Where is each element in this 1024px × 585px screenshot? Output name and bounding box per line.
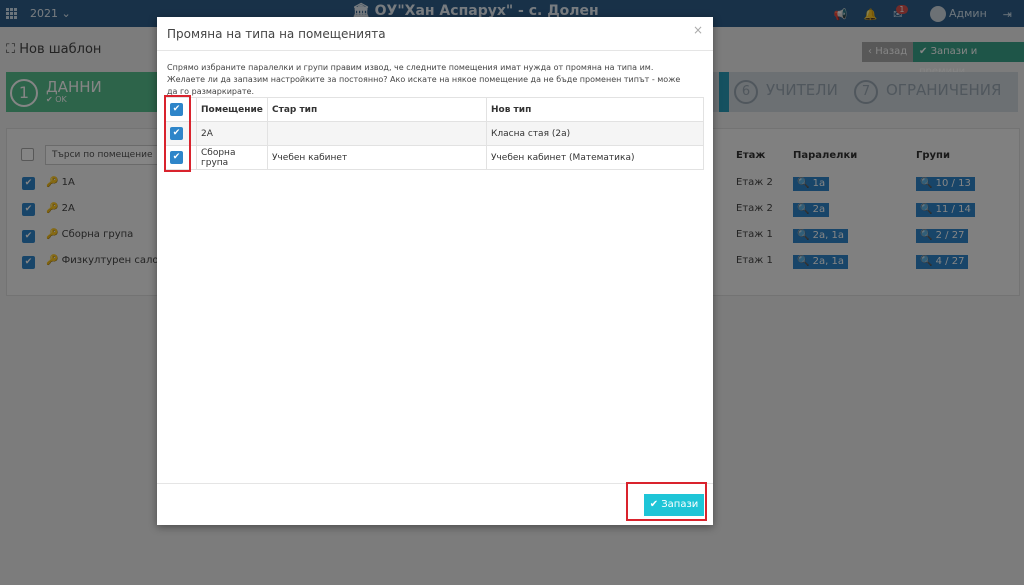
room-cell: Сборна група — [196, 145, 268, 170]
highlight-save — [626, 482, 707, 521]
new-type-cell: Учебен кабинет (Математика) — [486, 145, 704, 170]
table-header-row: ✔ Помещение Стар тип Нов тип — [165, 97, 704, 122]
room-type-table: ✔ Помещение Стар тип Нов тип ✔ 2А Класна… — [165, 97, 704, 170]
new-type-cell: Класна стая (2а) — [486, 121, 704, 146]
highlight-checkboxes — [164, 95, 191, 172]
old-type-cell — [267, 121, 487, 146]
table-row: ✔ 2А Класна стая (2а) — [165, 121, 704, 146]
change-room-type-modal: Промяна на типа на помещенията × Спрямо … — [157, 17, 713, 525]
room-cell: 2А — [196, 121, 268, 146]
modal-title: Промяна на типа на помещенията — [167, 27, 386, 41]
close-icon[interactable]: × — [693, 23, 703, 37]
header-room: Помещение — [196, 97, 268, 122]
header-new-type: Нов тип — [486, 97, 704, 122]
modal-header-divider — [157, 50, 713, 51]
old-type-cell: Учебен кабинет — [267, 145, 487, 170]
modal-description: Спрямо избраните паралелки и групи прави… — [167, 63, 681, 96]
table-row: ✔ Сборна група Учебен кабинет Учебен каб… — [165, 145, 704, 170]
header-old-type: Стар тип — [267, 97, 487, 122]
